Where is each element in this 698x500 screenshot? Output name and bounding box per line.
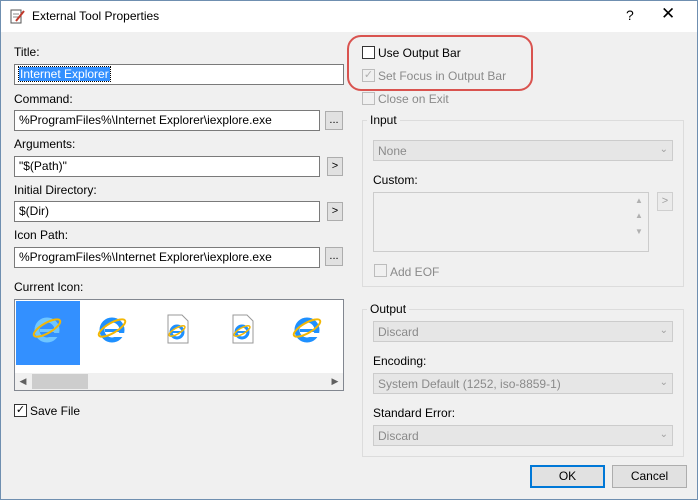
- title-input[interactable]: Internet Explorer: [14, 64, 344, 85]
- custom-input-scrollbar[interactable]: ▲ ▲ ▼: [631, 193, 648, 251]
- scroll-left-icon[interactable]: ◀: [15, 374, 31, 389]
- icon-list-horizontal-scrollbar[interactable]: ◀ ▶: [15, 373, 343, 390]
- external-tool-properties-dialog: External Tool Properties ? ✕ Title: Inte…: [0, 0, 698, 500]
- command-browse-button[interactable]: ...: [325, 111, 343, 130]
- icon-path-label: Icon Path:: [14, 228, 69, 242]
- ie-icon: [97, 317, 127, 343]
- scroll-down-icon[interactable]: ▼: [635, 227, 643, 236]
- input-select[interactable]: None ⌄: [373, 140, 673, 161]
- icon-list-item[interactable]: [16, 301, 80, 365]
- chevron-down-icon: ⌄: [659, 429, 668, 440]
- current-icon-label: Current Icon:: [14, 280, 84, 294]
- output-select[interactable]: Discard ⌄: [373, 321, 673, 342]
- use-output-bar-checkbox[interactable]: [362, 46, 375, 59]
- custom-insert-button[interactable]: >: [657, 192, 673, 211]
- ie-document-icon: [167, 314, 189, 344]
- window-title: External Tool Properties: [32, 9, 160, 23]
- ok-button[interactable]: OK: [530, 465, 605, 488]
- initial-directory-input[interactable]: $(Dir): [14, 201, 320, 222]
- encoding-select-value: System Default (1252, iso-8859-1): [378, 377, 561, 391]
- encoding-select[interactable]: System Default (1252, iso-8859-1) ⌄: [373, 373, 673, 394]
- icon-path-browse-button[interactable]: ...: [325, 247, 343, 266]
- icon-list-item[interactable]: [211, 301, 275, 365]
- title-label: Title:: [14, 45, 40, 59]
- standard-error-select-value: Discard: [378, 429, 419, 443]
- set-focus-label: Set Focus in Output Bar: [378, 69, 507, 83]
- chevron-down-icon: ⌄: [659, 377, 668, 388]
- save-file-label: Save File: [30, 404, 81, 418]
- command-input[interactable]: %ProgramFiles%\Internet Explorer\iexplor…: [14, 110, 320, 131]
- scroll-up-icon[interactable]: ▲: [635, 211, 643, 220]
- icon-list-item[interactable]: [81, 301, 145, 365]
- scroll-up-icon[interactable]: ▲: [635, 196, 643, 205]
- cancel-button[interactable]: Cancel: [612, 465, 687, 488]
- title-bar: External Tool Properties ? ✕: [1, 1, 697, 32]
- initial-directory-insert-button[interactable]: >: [327, 202, 343, 221]
- add-eof-checkbox[interactable]: [374, 264, 387, 277]
- icon-list-item[interactable]: [276, 301, 340, 365]
- set-focus-checkbox[interactable]: ✓: [362, 69, 375, 82]
- close-on-exit-checkbox[interactable]: [362, 92, 375, 105]
- close-on-exit-label: Close on Exit: [378, 92, 449, 106]
- icon-list[interactable]: ◀ ▶: [14, 299, 344, 391]
- initial-directory-label: Initial Directory:: [14, 183, 97, 197]
- custom-label: Custom:: [373, 173, 418, 187]
- input-group-title: Input: [367, 113, 400, 127]
- standard-error-label: Standard Error:: [373, 406, 456, 420]
- scroll-right-icon[interactable]: ▶: [327, 374, 343, 389]
- ie-document-icon: [232, 314, 254, 344]
- encoding-label: Encoding:: [373, 354, 427, 368]
- arguments-label: Arguments:: [14, 137, 76, 151]
- help-button[interactable]: ?: [626, 7, 634, 23]
- output-group-title: Output: [367, 302, 410, 316]
- arguments-insert-button[interactable]: >: [327, 157, 343, 176]
- save-file-checkbox[interactable]: ✓: [14, 404, 27, 417]
- scrollbar-thumb[interactable]: [32, 374, 88, 389]
- custom-input-textarea[interactable]: ▲ ▲ ▼: [373, 192, 649, 252]
- output-select-value: Discard: [378, 325, 419, 339]
- icon-path-input[interactable]: %ProgramFiles%\Internet Explorer\iexplor…: [14, 247, 320, 268]
- arguments-input[interactable]: "$(Path)": [14, 156, 320, 177]
- ie-icon: [292, 317, 322, 343]
- chevron-down-icon: ⌄: [659, 144, 668, 155]
- title-input-value: Internet Explorer: [18, 66, 111, 82]
- use-output-bar-label: Use Output Bar: [378, 46, 461, 60]
- chevron-down-icon: ⌄: [659, 325, 668, 336]
- icon-list-item[interactable]: [146, 301, 210, 365]
- ie-icon: [32, 317, 62, 343]
- input-select-value: None: [378, 144, 407, 158]
- notepad-pencil-icon: [10, 9, 25, 24]
- add-eof-label: Add EOF: [390, 265, 440, 279]
- command-label: Command:: [14, 92, 73, 106]
- standard-error-select[interactable]: Discard ⌄: [373, 425, 673, 446]
- close-button[interactable]: ✕: [661, 4, 675, 24]
